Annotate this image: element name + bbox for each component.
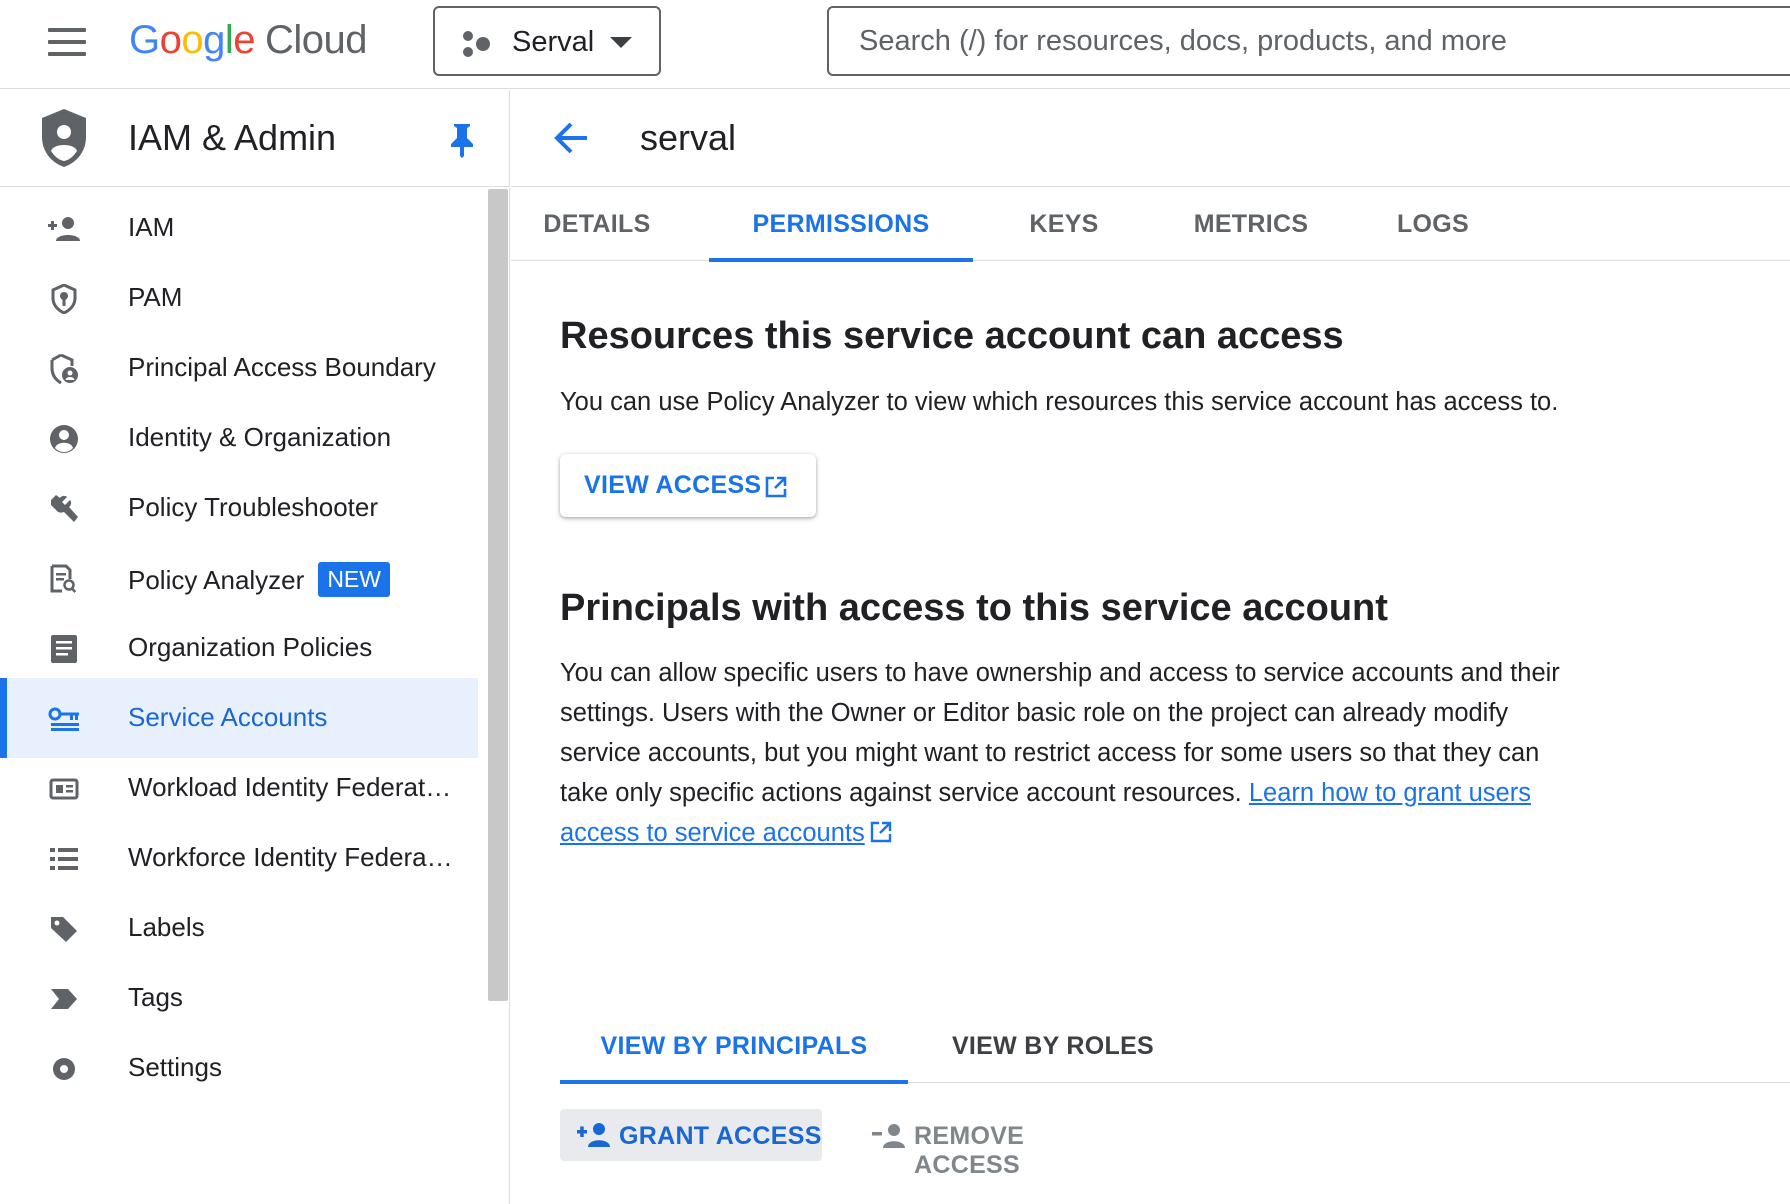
tab-view-by-principals[interactable]: VIEW BY PRINCIPALS: [560, 1016, 908, 1084]
tab-keys[interactable]: KEYS: [1003, 188, 1125, 261]
id-card-icon: [49, 778, 79, 800]
sidebar-item-iam[interactable]: IAM: [0, 188, 478, 268]
tag-icon: [51, 917, 77, 942]
shield-key-icon: [51, 284, 77, 314]
sidebar-item-label: Policy Analyzer NEW: [128, 562, 390, 597]
account-circle-icon: [50, 425, 78, 453]
person-remove-icon: [872, 1124, 905, 1148]
google-cloud-logo[interactable]: Google Cloud: [129, 18, 368, 63]
sidebar-item-label: Service Accounts: [128, 702, 328, 732]
sidebar-item-label: Organization Policies: [128, 632, 373, 662]
sidebar-header: IAM & Admin: [0, 90, 510, 187]
document-search-icon: [50, 564, 77, 593]
sidebar-item-policy-analyzer[interactable]: Policy Analyzer NEW: [0, 538, 478, 618]
sidebar-item-workforce-identity-federation[interactable]: Workforce Identity Federa…: [0, 818, 478, 898]
pin-icon[interactable]: [448, 122, 476, 158]
sidebar-title: IAM & Admin: [128, 117, 337, 158]
remove-access-button[interactable]: REMOVE ACCESS: [860, 1109, 1130, 1179]
main-menu-button[interactable]: [48, 28, 86, 56]
sidebar-item-label: Workforce Identity Federa…: [128, 842, 453, 872]
grant-access-button[interactable]: GRANT ACCESS: [560, 1109, 822, 1161]
search-box[interactable]: [827, 6, 1790, 76]
top-app-bar: Google Cloud Serval: [0, 0, 1790, 89]
sidebar-item-label: PAM: [128, 282, 183, 312]
sidebar-item-service-accounts[interactable]: Service Accounts: [0, 678, 478, 758]
resources-heading: Resources this service account can acces…: [560, 315, 1344, 357]
sidebar-scrollbar[interactable]: [488, 189, 508, 1001]
list-icon: [50, 848, 78, 870]
sidebar-item-identity-organization[interactable]: Identity & Organization: [0, 398, 478, 478]
remove-access-label: REMOVE ACCESS: [914, 1122, 1025, 1179]
sidebar-item-text: Policy Analyzer: [128, 565, 305, 595]
iam-shield-icon: [42, 109, 86, 167]
tab-permissions[interactable]: PERMISSIONS: [709, 188, 973, 262]
service-account-icon: [48, 707, 79, 731]
principals-description: You can allow specific users to have own…: [560, 653, 1590, 853]
person-add-icon: [48, 217, 80, 241]
search-input[interactable]: [859, 20, 1759, 62]
sidebar-item-settings[interactable]: Settings: [0, 1028, 478, 1108]
tab-details[interactable]: DETAILS: [511, 188, 683, 261]
open-in-new-icon: [870, 821, 891, 843]
view-access-button[interactable]: VIEW ACCESS: [560, 454, 816, 517]
page-title: serval: [640, 117, 737, 158]
article-icon: [51, 635, 77, 663]
principals-heading: Principals with access to this service a…: [560, 587, 1388, 629]
resources-description: You can use Policy Analyzer to view whic…: [560, 388, 1559, 416]
sidebar-item-labels[interactable]: Labels: [0, 888, 478, 968]
sidebar-item-workload-identity-federation[interactable]: Workload Identity Federat…: [0, 748, 478, 828]
new-badge: NEW: [318, 562, 390, 597]
page-header: serval: [511, 90, 1790, 187]
sidebar-item-tags[interactable]: Tags: [0, 958, 478, 1038]
chevron-down-icon: [610, 37, 632, 48]
wrench-icon: [51, 495, 78, 522]
project-name: Serval: [512, 26, 595, 58]
sidebar-item-organization-policies[interactable]: Organization Policies: [0, 608, 478, 688]
tab-logs[interactable]: LOGS: [1373, 188, 1493, 261]
shield-person-icon: [50, 354, 78, 384]
sidebar-item-label: Identity & Organization: [128, 422, 392, 452]
back-arrow-icon[interactable]: [551, 120, 589, 156]
view-tab-bar: VIEW BY PRINCIPALS VIEW BY ROLES: [560, 1016, 1790, 1084]
open-in-new-icon: [765, 476, 787, 498]
person-add-icon: [577, 1123, 610, 1147]
view-access-label: VIEW ACCESS: [584, 471, 762, 499]
sidebar-item-label: IAM: [128, 212, 175, 242]
project-picker-button[interactable]: Serval: [433, 6, 661, 76]
sidebar-item-label: Policy Troubleshooter: [128, 492, 379, 522]
sidebar-item-label: Tags: [128, 982, 183, 1012]
tab-metrics[interactable]: METRICS: [1161, 188, 1341, 261]
grant-access-label: GRANT ACCESS: [619, 1122, 822, 1150]
gear-icon: [53, 1058, 75, 1080]
sidebar-item-label: Settings: [128, 1052, 222, 1082]
label-arrow-icon: [51, 989, 77, 1009]
project-icon: [463, 31, 490, 57]
tab-view-by-roles[interactable]: VIEW BY ROLES: [944, 1016, 1162, 1083]
tab-bar: DETAILS PERMISSIONS KEYS METRICS LOGS: [511, 188, 1790, 262]
sidebar-item-pam[interactable]: PAM: [0, 258, 478, 338]
sidebar-item-policy-troubleshooter[interactable]: Policy Troubleshooter: [0, 468, 478, 548]
sidebar-nav: IAM PAM Principal Access Boundary Identi…: [0, 188, 510, 1204]
sidebar-item-label: Principal Access Boundary: [128, 352, 436, 382]
sidebar-item-label: Workload Identity Federat…: [128, 772, 452, 802]
sidebar-item-label: Labels: [128, 912, 205, 942]
sidebar-item-principal-access-boundary[interactable]: Principal Access Boundary: [0, 328, 478, 408]
